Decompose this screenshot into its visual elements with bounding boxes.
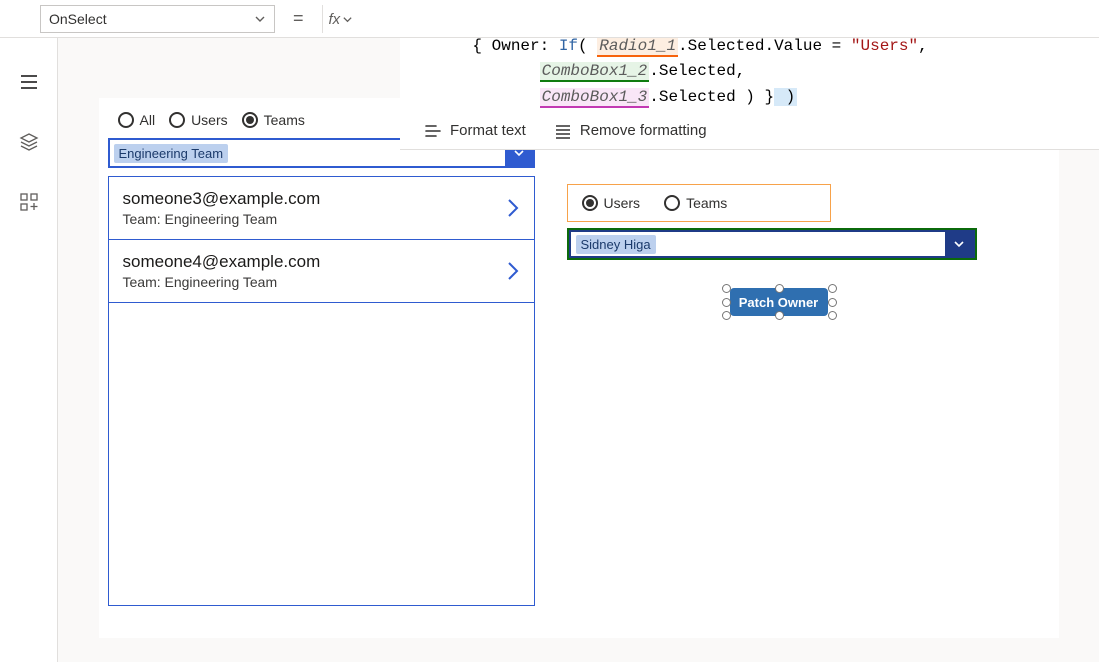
gallery-item-subtitle: Team: Engineering Team (123, 274, 506, 290)
resize-handle[interactable] (828, 311, 837, 320)
format-text-icon (424, 123, 442, 139)
resize-handle[interactable] (828, 284, 837, 293)
radio-all[interactable]: All (118, 112, 156, 128)
team-combobox-value: Engineering Team (114, 144, 229, 163)
owner-combobox[interactable]: Sidney Higa (567, 228, 977, 260)
remove-formatting-icon (554, 123, 572, 139)
hamburger-icon[interactable] (19, 72, 39, 92)
property-dropdown-value: OnSelect (49, 11, 107, 27)
radio-owner-users[interactable]: Users (582, 195, 641, 211)
gallery-item[interactable]: someone3@example.com Team: Engineering T… (109, 177, 534, 240)
resize-handle[interactable] (722, 284, 731, 293)
resize-handle[interactable] (722, 311, 731, 320)
layers-icon[interactable] (19, 132, 39, 152)
gallery[interactable]: someone3@example.com Team: Engineering T… (108, 176, 535, 606)
gallery-item-title: someone3@example.com (123, 189, 506, 209)
resize-handle[interactable] (828, 298, 837, 307)
chevron-right-icon[interactable] (506, 260, 520, 282)
radio-users[interactable]: Users (169, 112, 228, 128)
remove-formatting-button[interactable]: Remove formatting (554, 122, 707, 139)
radio-owner-teams[interactable]: Teams (664, 195, 727, 211)
left-nav-rail (0, 38, 58, 662)
equals-sign: = (293, 8, 304, 29)
radio-teams[interactable]: Teams (242, 112, 305, 128)
owner-combobox-value: Sidney Higa (576, 235, 656, 254)
format-text-button[interactable]: Format text (424, 122, 526, 139)
chevron-right-icon[interactable] (506, 197, 520, 219)
app-screen: All Users Teams Engineering Team someone… (99, 98, 1059, 638)
fx-icon: fx (329, 11, 341, 28)
fx-indicator[interactable]: fx (322, 5, 364, 33)
gallery-item-subtitle: Team: Engineering Team (123, 211, 506, 227)
resize-handle[interactable] (775, 284, 784, 293)
gallery-item-title: someone4@example.com (123, 252, 506, 272)
dropdown-icon (945, 232, 973, 256)
resize-handle[interactable] (775, 311, 784, 320)
owner-type-radio-group[interactable]: Users Teams (567, 184, 831, 222)
apps-icon[interactable] (19, 192, 39, 212)
gallery-item[interactable]: someone4@example.com Team: Engineering T… (109, 240, 534, 303)
chevron-down-icon (254, 13, 266, 25)
resize-handle[interactable] (722, 298, 731, 307)
property-dropdown[interactable]: OnSelect (40, 5, 275, 33)
selected-control[interactable]: Patch Owner (722, 284, 837, 320)
